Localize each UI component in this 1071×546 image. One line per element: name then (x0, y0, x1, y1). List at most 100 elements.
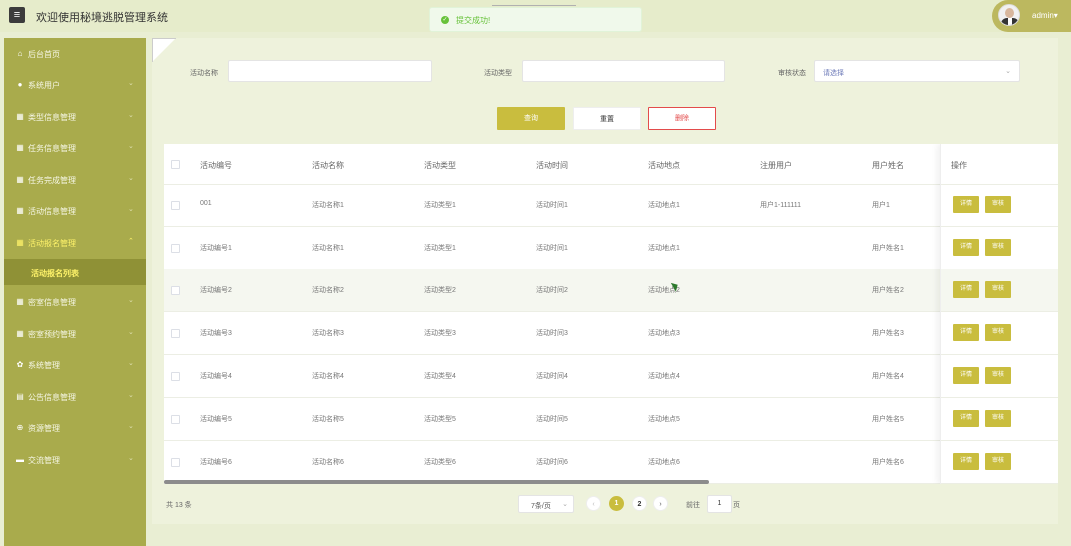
table-cell: 用户姓名3 (872, 330, 904, 337)
table-cell: 活动地点5 (648, 416, 680, 423)
review-button[interactable]: 审核 (985, 196, 1011, 213)
page-size-select[interactable]: 7条/页 ⌄ (518, 495, 574, 513)
sidebar-item-notice[interactable]: ▤ 公告信息管理 ⌄ (4, 381, 146, 412)
table-cell: 用户姓名2 (872, 287, 904, 294)
row-checkbox[interactable] (171, 415, 180, 424)
column-header: 注册用户 (760, 161, 792, 170)
grid-icon: ▦ (16, 143, 24, 152)
sidebar-item-task-complete[interactable]: ▦ 任务完成管理 ⌄ (4, 164, 146, 195)
sidebar-item-label: 系统管理 (28, 361, 60, 370)
table-cell: 活动名称3 (312, 330, 344, 337)
chevron-down-icon: ⌄ (128, 423, 134, 430)
table-cell: 活动类型1 (424, 202, 456, 209)
review-button[interactable]: 审核 (985, 410, 1011, 427)
sidebar-item-label: 后台首页 (28, 50, 60, 59)
sidebar-item-activity-signup[interactable]: ▦ 活动报名管理 ⌃ (4, 227, 146, 258)
review-status-select[interactable]: 请选择 ⌄ (814, 60, 1020, 82)
user-menu[interactable]: admin▾ (992, 0, 1071, 32)
total-count: 共 13 条 (166, 502, 192, 509)
review-button[interactable]: 审核 (985, 453, 1011, 470)
grid-icon: ▦ (16, 329, 24, 338)
sidebar-item-room-info[interactable]: ▦ 密室信息管理 ⌄ (4, 286, 146, 317)
page-2-button[interactable]: 2 (632, 496, 647, 511)
table-cell: 活动时间3 (536, 330, 568, 337)
review-button[interactable]: 审核 (985, 367, 1011, 384)
table-cell: 用户姓名1 (872, 245, 904, 252)
row-checkbox[interactable] (171, 286, 180, 295)
query-button[interactable]: 查询 (497, 107, 565, 130)
detail-button[interactable]: 详情 (953, 367, 979, 384)
detail-button[interactable]: 详情 (953, 196, 979, 213)
table-cell: 活动类型3 (424, 330, 456, 337)
reset-button[interactable]: 重置 (573, 107, 641, 130)
toast-message: 提交成功! (456, 16, 491, 25)
table-row[interactable]: 活动编号6 活动名称6 活动类型6 活动时间6 活动地点6 用户姓名6 详情 审… (164, 441, 1058, 484)
table-cell: 活动时间1 (536, 202, 568, 209)
detail-button[interactable]: 详情 (953, 453, 979, 470)
table-row[interactable]: 活动编号5 活动名称5 活动类型5 活动时间5 活动地点5 用户姓名5 详情 审… (164, 398, 1058, 441)
activity-name-input[interactable] (228, 60, 432, 82)
horizontal-scrollbar[interactable] (164, 480, 709, 484)
sidebar-item-type-info[interactable]: ▦ 类型信息管理 ⌄ (4, 101, 146, 132)
row-checkbox[interactable] (171, 329, 180, 338)
sidebar-subitem-label: 活动报名列表 (31, 269, 79, 278)
page-1-button[interactable]: 1 (609, 496, 624, 511)
table-cell: 活动类型1 (424, 245, 456, 252)
menu-toggle-icon[interactable]: ≡ (9, 7, 25, 23)
detail-button[interactable]: 详情 (953, 410, 979, 427)
detail-button[interactable]: 详情 (953, 324, 979, 341)
table-cell: 活动地点3 (648, 330, 680, 337)
table-row[interactable]: 001 活动名称1 活动类型1 活动时间1 活动地点1 用户1-111111 用… (164, 184, 1058, 227)
sidebar-item-room-booking[interactable]: ▦ 密室预约管理 ⌄ (4, 318, 146, 349)
select-all-checkbox[interactable] (171, 160, 180, 169)
row-checkbox[interactable] (171, 201, 180, 210)
sidebar-subitem-signup-list[interactable]: 活动报名列表 (4, 259, 146, 285)
prev-page-button[interactable]: ‹ (586, 496, 601, 511)
row-checkbox[interactable] (171, 372, 180, 381)
delete-button[interactable]: 删除 (648, 107, 716, 130)
plus-circle-icon: ⊕ (16, 423, 24, 432)
review-button[interactable]: 审核 (985, 324, 1011, 341)
table-cell: 活动地点6 (648, 459, 680, 466)
sidebar-item-label: 系统用户 (28, 81, 60, 90)
chevron-up-icon: ⌃ (128, 238, 134, 245)
sidebar-item-label: 任务完成管理 (28, 176, 76, 185)
activity-type-input[interactable] (522, 60, 725, 82)
goto-page-input[interactable]: 1 (707, 495, 732, 513)
gear-icon: ✿ (16, 360, 24, 369)
column-header: 活动编号 (200, 161, 232, 170)
sidebar-item-label: 资源管理 (28, 424, 60, 433)
chevron-down-icon: ⌄ (128, 80, 134, 87)
table-cell: 活动时间4 (536, 373, 568, 380)
review-button[interactable]: 审核 (985, 281, 1011, 298)
table-row[interactable]: 活动编号4 活动名称4 活动类型4 活动时间4 活动地点4 用户姓名4 详情 审… (164, 355, 1058, 398)
sidebar-item-label: 密室信息管理 (28, 298, 76, 307)
column-header: 活动地点 (648, 161, 680, 170)
grid-icon: ▦ (16, 238, 24, 247)
table-row[interactable]: 活动编号1 活动名称1 活动类型1 活动时间1 活动地点1 用户姓名1 详情 审… (164, 227, 1058, 270)
sidebar-item-label: 公告信息管理 (28, 393, 76, 402)
sidebar-item-label: 密室预约管理 (28, 330, 76, 339)
table-row[interactable]: 活动编号2 活动名称2 活动类型2 活动时间2 活动地点2 用户姓名2 详情 审… (164, 269, 1058, 312)
review-button[interactable]: 审核 (985, 239, 1011, 256)
sidebar-item-task-info[interactable]: ▦ 任务信息管理 ⌄ (4, 132, 146, 163)
avatar (998, 4, 1020, 26)
chevron-down-icon: ⌄ (128, 206, 134, 213)
app-title: 欢迎使用秘境逃脱管理系统 (36, 12, 168, 24)
sidebar-item-resources[interactable]: ⊕ 资源管理 ⌄ (4, 412, 146, 443)
detail-button[interactable]: 详情 (953, 281, 979, 298)
sidebar-item-label: 活动报名管理 (28, 239, 76, 248)
sidebar-item-exchange[interactable]: ▬ 交流管理 ⌄ (4, 444, 146, 475)
table-row[interactable]: 活动编号3 活动名称3 活动类型3 活动时间3 活动地点3 用户姓名3 详情 审… (164, 312, 1058, 355)
grid-icon: ▦ (16, 206, 24, 215)
sidebar-item-system[interactable]: ✿ 系统管理 ⌄ (4, 349, 146, 380)
sidebar-item-activity-info[interactable]: ▦ 活动信息管理 ⌄ (4, 195, 146, 226)
next-page-button[interactable]: › (653, 496, 668, 511)
sidebar-item-home[interactable]: ⌂ 后台首页 (4, 38, 146, 69)
main-panel: 活动名称 活动类型 审核状态 请选择 ⌄ 查询 重置 删除 活动编号 活动名称 … (152, 38, 1058, 524)
sidebar-item-system-users[interactable]: ● 系统用户 ⌄ (4, 69, 146, 100)
detail-button[interactable]: 详情 (953, 239, 979, 256)
row-checkbox[interactable] (171, 244, 180, 253)
row-checkbox[interactable] (171, 458, 180, 467)
chevron-down-icon: ⌄ (562, 501, 568, 508)
